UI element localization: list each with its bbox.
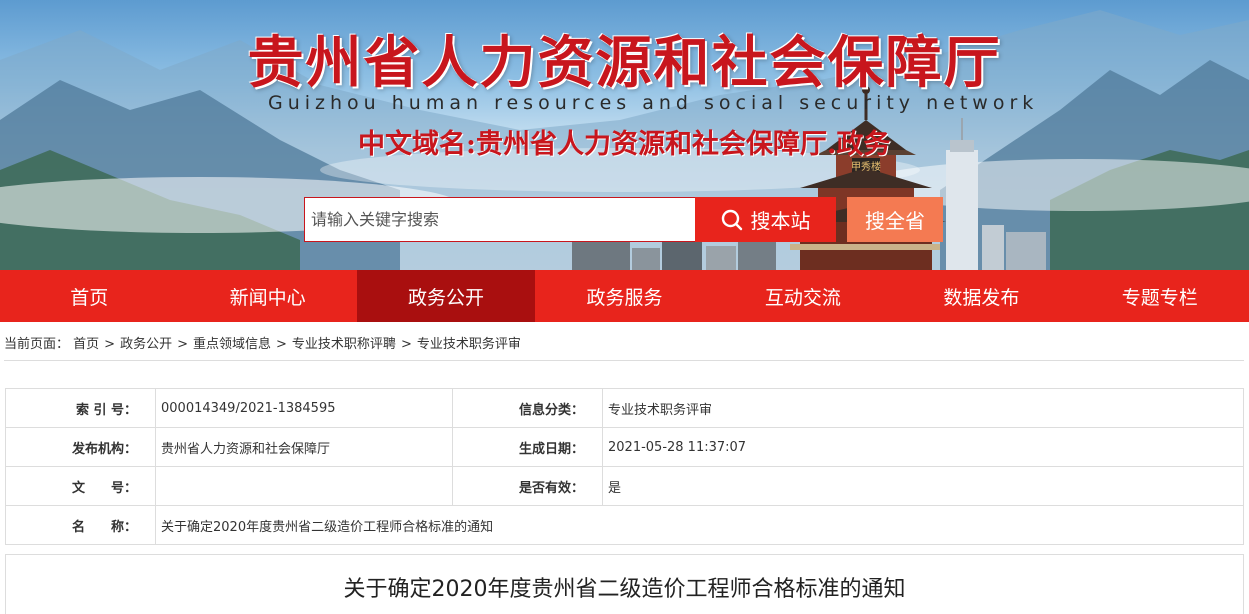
nav-item-home[interactable]: 首页 [0,270,178,322]
search-site-label: 搜本站 [750,209,811,233]
nav-item-topics[interactable]: 专题专栏 [1071,270,1249,322]
site-domain: 中文域名:贵州省人力资源和社会保障厅.政务 [358,129,891,160]
table-row: 文 号： 是否有效： 是 [5,466,1244,506]
breadcrumb-key-areas[interactable]: 重点领域信息 [193,337,271,352]
table-row: 名 称： 关于确定2020年度贵州省二级造价工程师合格标准的通知 [5,505,1244,545]
validity-value: 是 [602,466,1244,506]
article-container: 关于确定2020年度贵州省二级造价工程师合格标准的通知 [5,554,1244,614]
nav-item-news[interactable]: 新闻中心 [178,270,356,322]
category-value: 专业技术职务评审 [602,388,1244,428]
document-info-table: 索 引 号： 000014349/2021-1384595 信息分类： 专业技术… [5,388,1244,545]
validity-label: 是否有效： [452,466,603,506]
doc-number-value [155,466,453,506]
name-value: 关于确定2020年度贵州省二级造价工程师合格标准的通知 [155,505,1244,545]
site-title: 贵州省人力资源和社会保障厅 [247,31,1002,96]
category-label: 信息分类： [452,388,603,428]
index-value: 000014349/2021-1384595 [155,388,453,428]
index-label: 索 引 号： [5,388,156,428]
date-label: 生成日期： [452,427,603,467]
search-site-button[interactable]: 搜本站 [695,197,836,242]
header-banner: 甲秀楼 贵州省人力资源和社会保障厅 Guizhou human resource… [0,0,1249,270]
article-title: 关于确定2020年度贵州省二级造价工程师合格标准的通知 [343,577,906,602]
breadcrumb-home[interactable]: 首页 [73,337,99,352]
publisher-label: 发布机构： [5,427,156,467]
breadcrumb-separator: > [400,337,412,352]
pavilion-sign: 甲秀楼 [851,160,881,173]
search-icon [721,209,742,230]
breadcrumb-position-review[interactable]: 专业技术职务评审 [417,337,521,352]
nav-item-gov-services[interactable]: 政务服务 [535,270,713,322]
table-row: 发布机构： 贵州省人力资源和社会保障厅 生成日期： 2021-05-28 11:… [5,427,1244,467]
table-row: 索 引 号： 000014349/2021-1384595 信息分类： 专业技术… [5,388,1244,428]
breadcrumb-prefix: 当前页面： [4,337,70,352]
nav-item-interaction[interactable]: 互动交流 [714,270,892,322]
breadcrumb: 当前页面： 首页 > 政务公开 > 重点领域信息 > 专业技术职称评聘 > 专业技术职务评审 [4,333,1244,361]
search-province-button[interactable]: 搜全省 [847,197,943,242]
name-label: 名 称： [5,505,156,545]
breadcrumb-separator: > [104,337,116,352]
search-input[interactable] [304,197,696,242]
nav-item-data[interactable]: 数据发布 [892,270,1070,322]
breadcrumb-separator: > [276,337,287,352]
breadcrumb-title-evaluation[interactable]: 专业技术职称评聘 [292,337,396,352]
breadcrumb-gov-affairs[interactable]: 政务公开 [120,337,172,352]
search-province-label: 搜全省 [865,209,925,233]
nav-item-gov-affairs[interactable]: 政务公开 [356,270,536,322]
doc-number-label: 文 号： [5,466,156,506]
site-subtitle: Guizhou human resources and social secur… [268,92,1039,114]
date-value: 2021-05-28 11:37:07 [602,427,1244,467]
main-nav: 首页 新闻中心 政务公开 政务服务 互动交流 数据发布 专题专栏 [0,270,1249,322]
publisher-value: 贵州省人力资源和社会保障厅 [155,427,453,467]
breadcrumb-separator: > [177,337,188,352]
